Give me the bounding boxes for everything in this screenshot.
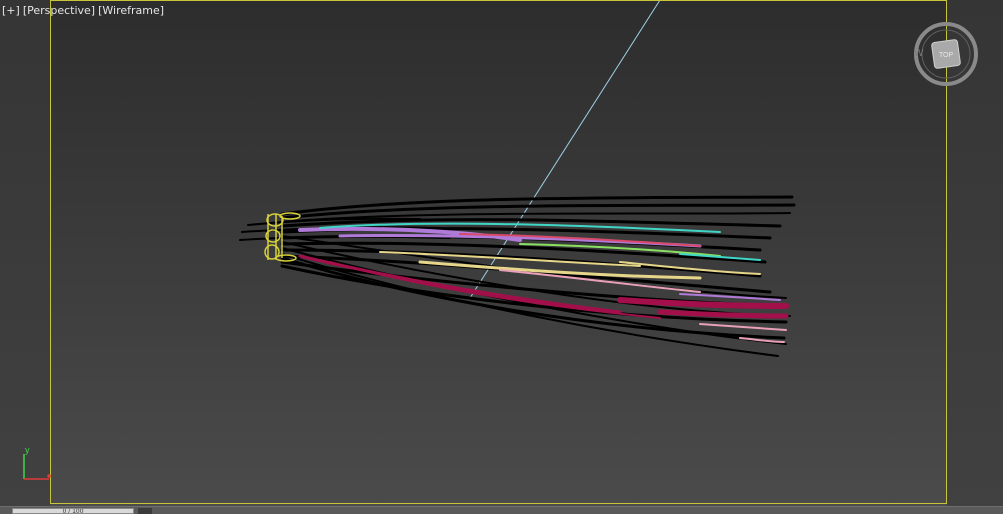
hair-strand (699, 323, 787, 331)
perspective-viewport[interactable]: [+] [Perspective] [Wireframe] TOP W y (0, 0, 1003, 506)
hair-strands-group[interactable] (239, 195, 796, 357)
viewcube-icon[interactable]: TOP W (910, 20, 980, 90)
hair-strand (619, 261, 761, 275)
hair-strand (657, 309, 789, 319)
viewport-menu-plus[interactable]: [+] (2, 4, 20, 17)
viewport-shading-menu[interactable]: [Wireframe] (98, 4, 164, 17)
time-slider[interactable]: 0 / 100 (12, 508, 134, 514)
y-axis-label: y (25, 445, 30, 455)
time-slider-next-button[interactable] (138, 508, 152, 514)
viewcube-face-label: TOP (939, 52, 954, 59)
axis-tripod-icon: y (23, 445, 51, 480)
viewcube-compass-w: W (914, 48, 924, 59)
viewport-label: [+] [Perspective] [Wireframe] (2, 4, 164, 17)
scene-canvas[interactable] (0, 0, 1003, 506)
viewport-pov-menu[interactable]: [Perspective] (23, 4, 95, 17)
hair-strand (280, 254, 772, 294)
